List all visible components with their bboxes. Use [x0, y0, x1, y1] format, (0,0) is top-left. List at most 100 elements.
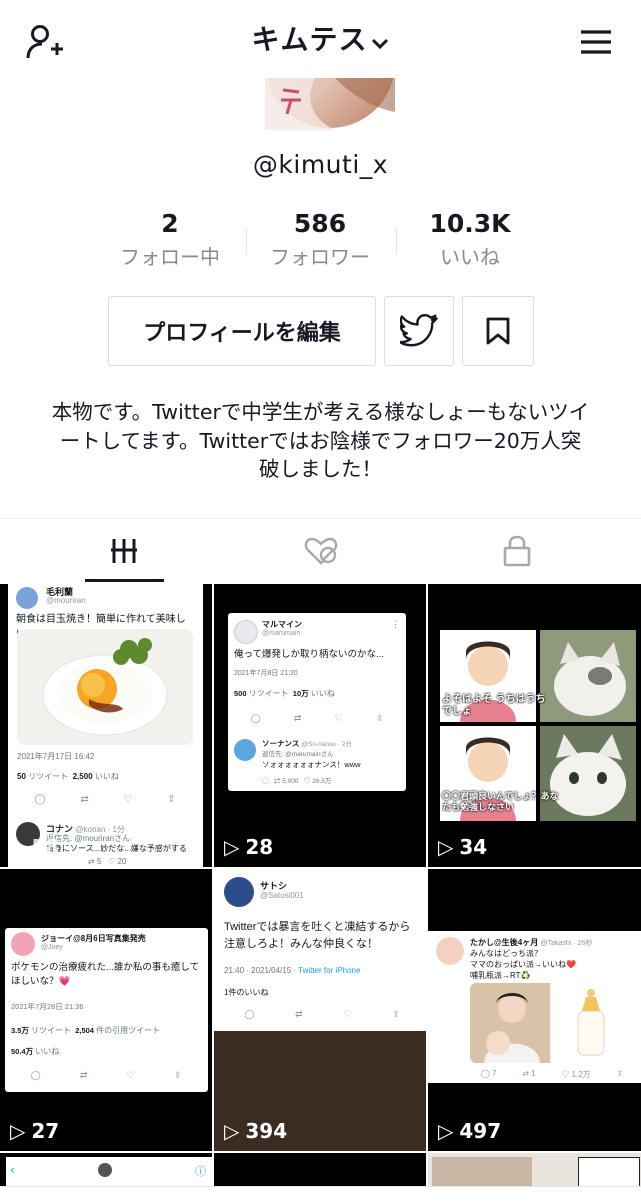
active-tab-indicator [85, 579, 164, 582]
tweet-stats: 500 リツイート 10万 いいね [234, 688, 335, 699]
tweet-handle: @Satosi001 [260, 891, 304, 900]
retweet-icon: ⇄ [293, 713, 302, 723]
tweet-time: 2021年7月28日 21:36 [11, 1002, 84, 1011]
quote-count: 2,504 [75, 1026, 94, 1035]
like-label: いいね [94, 772, 119, 781]
tweet-meta: 21:40 · 2021/04/15 · Twitter for iPhone [224, 966, 360, 975]
chevron-down-icon [370, 25, 390, 58]
tweet-client: Twitter for iPhone [298, 966, 361, 975]
avatar[interactable] [265, 78, 395, 130]
tweet-likes: 1件のいいね [224, 988, 269, 997]
profile-handle: @kimuti_x [252, 150, 389, 179]
play-icon: ▷ [224, 1119, 240, 1143]
play-icon: ▷ [438, 835, 454, 859]
quote-label: 件の引用ツイート [96, 1026, 161, 1035]
reply-icon: ◯ [34, 794, 46, 805]
view-count-value: 28 [245, 835, 274, 859]
tab-private[interactable] [410, 519, 623, 583]
tweet-text: ポケモンの治療疲れた...誰か私の事も癒してほしいな？💗 [11, 962, 200, 987]
cat-photo [540, 630, 636, 722]
reply-retweet-count: 5,000 [282, 778, 299, 785]
tab-liked[interactable] [214, 519, 427, 583]
share-icon: ⇪ [173, 1070, 182, 1080]
view-count-value: 27 [31, 1119, 60, 1143]
like-stat: ♡ 1.2万 [561, 1070, 591, 1079]
tweet-card: サトシ @Satosi001 Twitterでは暴言を吐くと凍結するから注意しろ… [214, 869, 426, 1031]
tweet-author: ジョーイ@8月6日写真集発売 [41, 934, 146, 943]
view-count-value: 497 [459, 1119, 502, 1143]
tweet-stats: 50 リツイート 2,500 いいね [17, 771, 119, 782]
video-grid: 毛利蘭 @mouriran 朝食は目玉焼き！簡単に作れて美味しい！ 2021年7… [0, 584, 641, 1200]
like-count: 10万 [292, 689, 309, 698]
share-icon: ⇪ [616, 1069, 624, 1078]
edit-profile-button[interactable]: プロフィールを編集 [108, 296, 376, 366]
play-icon: ▷ [10, 1119, 26, 1143]
content-tabs [0, 518, 641, 585]
avatar [98, 1163, 112, 1177]
like-count: 2,500 [72, 772, 93, 781]
stat-following[interactable]: 2 フォロー中 [95, 208, 245, 272]
tweet-card: マルマイン @marumain ⋮ 俺って爆発しか取り柄ないのかな... 202… [228, 613, 406, 791]
video-tile[interactable]: たかし@生後4ヶ月 @Takashi · 26秒 みんなはどっち派？ ママのおっ… [428, 869, 641, 1151]
menu-icon[interactable] [574, 22, 618, 62]
favorites-button[interactable] [462, 296, 534, 366]
tab-videos[interactable] [17, 519, 230, 583]
share-icon: ⇪ [375, 713, 384, 723]
twitter-link-button[interactable] [384, 296, 454, 366]
tweet-actions: ◯ ⇄ ♡ ⇪ [11, 1070, 201, 1081]
video-tile[interactable]: 毛利蘭 @mouriran 朝食は目玉焼き！簡単に作れて美味しい！ 2021年7… [0, 584, 212, 867]
view-count: ▷ 497 [438, 1119, 501, 1143]
video-tile[interactable]: サトシ @Satosi001 Twitterでは暴言を吐くと凍結するから注意しろ… [214, 869, 426, 1151]
reply-stat: ◯ 7 [480, 1069, 497, 1078]
top-bar: キムテス [0, 0, 641, 80]
reply-count: 7 [492, 1069, 497, 1078]
like-icon: ♡ [343, 1009, 352, 1019]
avatar [234, 739, 256, 761]
profile-username: キムテス [251, 23, 368, 56]
retweet-stat: ⇄ 1 [522, 1069, 536, 1078]
retweet-count: 50 [17, 772, 26, 781]
like-label: いいね [35, 1047, 60, 1056]
profile-stats: 2 フォロー中 586 フォロワー 10.3K いいね [95, 208, 545, 273]
tweet-photo [17, 629, 193, 745]
stat-followers[interactable]: 586 フォロワー [245, 208, 395, 272]
tweet-actions: ◯ ⇄ ♡ ⇪ [17, 794, 193, 805]
meme-caption: よそはよそ うちはうちでしょ [442, 694, 546, 717]
retweet-icon: ⇄ [80, 794, 89, 805]
retweet-label: リツイート [28, 772, 69, 781]
view-count: ▷ 34 [438, 835, 487, 859]
stat-followers-label: フォロワー [270, 245, 370, 269]
reply-like-count: 20 [117, 857, 127, 866]
tweet-handle: @Takashi · 26秒 [540, 940, 593, 947]
view-count: ▷ 28 [224, 835, 273, 859]
view-count-value: 58 [31, 835, 60, 859]
stat-followers-value: 586 [293, 209, 347, 238]
lock-icon [503, 535, 530, 567]
like-icon: ♡ [123, 794, 133, 805]
retweet-label: リツイート [248, 689, 289, 698]
tweet-text: 哺乳瓶派→RT♻️ [470, 971, 531, 980]
video-tile[interactable]: ジョーイ@8月6日写真集発売 @Joey ポケモンの治療疲れた...誰か私の事も… [0, 869, 212, 1151]
tweet-card: たかし@生後4ヶ月 @Takashi · 26秒 みんなはどっち派？ ママのおっ… [428, 931, 641, 1083]
retweet-icon: ⇄ [295, 1009, 303, 1019]
twitter-icon [400, 314, 438, 347]
reply-text: 黄身にソース...妙だな...嫌な予感がする [46, 844, 187, 853]
grid-icon [110, 539, 137, 563]
stat-likes[interactable]: 10.3K いいね [395, 208, 545, 272]
retweet-count: 3.5万 [11, 1026, 29, 1035]
like-icon: ♡ [334, 713, 343, 723]
profile-username-switcher[interactable]: キムテス [0, 18, 641, 58]
video-tile[interactable]: マルマイン @marumain ⋮ 俺って爆発しか取り柄ないのかな... 202… [214, 584, 426, 867]
reply-text: ソォォォォォォナンス！www [262, 760, 361, 769]
play-icon: ▷ [438, 1119, 454, 1143]
tweet-likes: 50.4万 いいね [11, 1046, 59, 1057]
tweet-stats: 3.5万 リツイート 2,504 件の引用ツイート [11, 1025, 160, 1036]
like-label: いいね [310, 689, 335, 698]
like-count: 1.2万 [571, 1070, 591, 1079]
avatar [16, 587, 38, 609]
retweet-count: 500 [234, 689, 247, 698]
reply-icon: ◯ [244, 1009, 255, 1019]
stat-likes-value: 10.3K [429, 209, 511, 238]
stat-following-label: フォロー中 [120, 245, 220, 269]
video-tile[interactable]: よそはよそ うちはうちでしょ 〇〇君頭良いんでしょ？あなたも勉強しなさい ▷ 34 [428, 584, 641, 867]
